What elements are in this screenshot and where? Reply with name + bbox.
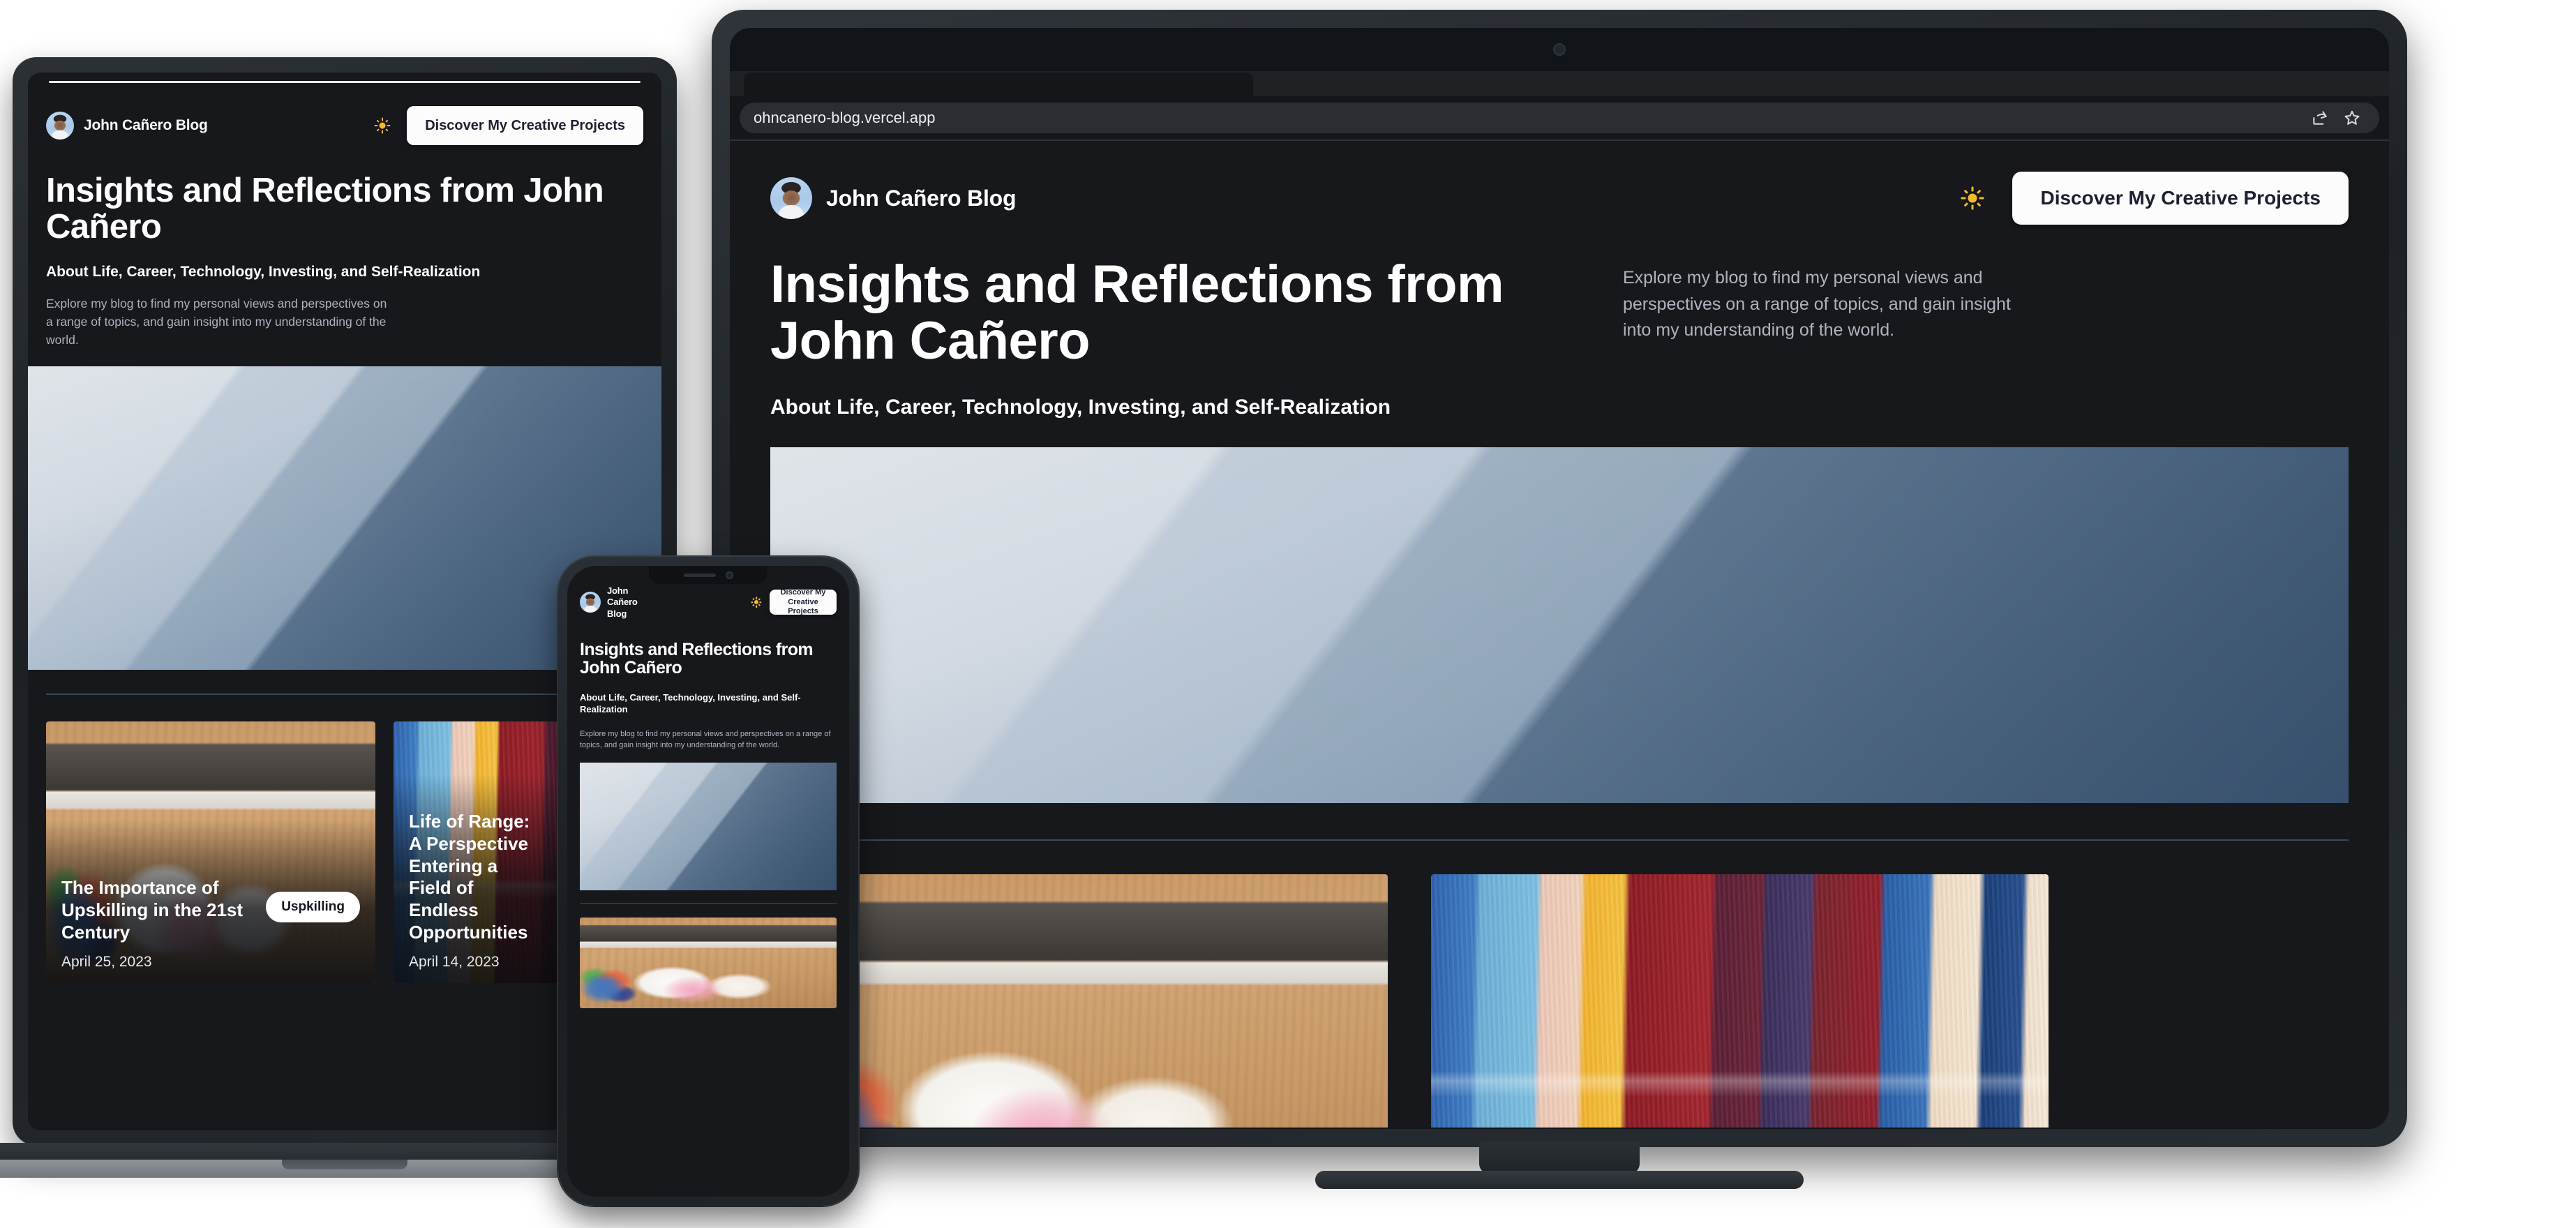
post-card[interactable]: [770, 874, 1388, 1128]
hero-image: [770, 447, 2349, 804]
post-card[interactable]: Uspkilling The Importance of Upskilling …: [46, 721, 375, 983]
camera-icon: [725, 571, 733, 579]
laptop-base-notch: [282, 1160, 407, 1169]
post-image: [770, 874, 1388, 1128]
speaker-icon: [683, 573, 716, 577]
tablet-stand-base: [1315, 1171, 1804, 1189]
header-actions-laptop: Discover My Creative Projects: [373, 106, 643, 145]
post-card[interactable]: [1431, 874, 2049, 1128]
tablet-camera-bar: [730, 28, 2389, 71]
post-card-list-tablet: [770, 874, 2349, 1128]
page-description: Explore my blog to find my personal view…: [580, 729, 831, 750]
post-image: [580, 918, 837, 1009]
page-title: Insights and Reflections from John Cañer…: [770, 255, 1504, 370]
tablet-body: ohncanero-blog.vercel.app John Cañero Bl…: [712, 10, 2407, 1147]
post-overlay: Uspkilling The Importance of Upskilling …: [46, 818, 375, 983]
website-viewport-tablet: John Cañero Blog Discover My Creative Pr…: [730, 141, 2389, 1128]
post-title: The Importance of Upskilling in the 21st…: [61, 877, 244, 943]
avatar: [770, 177, 812, 219]
post-card-list-phone: [580, 918, 837, 1009]
section-divider: [46, 693, 643, 695]
browser-chrome: ohncanero-blog.vercel.app: [730, 71, 2389, 141]
brand-name: John Cañero Blog: [84, 117, 208, 133]
discover-projects-button[interactable]: Discover My Creative Projects: [407, 106, 643, 145]
phone-notch: [649, 566, 767, 584]
page-description: Explore my blog to find my personal view…: [46, 296, 387, 347]
page-title: Insights and Reflections from John Cañer…: [580, 639, 814, 678]
avatar: [580, 592, 601, 613]
screenshot-stage: John Cañero Blog Discover My Creative Pr…: [0, 0, 2576, 1228]
post-card[interactable]: [580, 918, 837, 1009]
tablet-stand-neck: [1479, 1141, 1640, 1174]
post-image: [1431, 874, 2049, 1128]
star-icon[interactable]: [2343, 109, 2361, 127]
page-subtitle: About Life, Career, Technology, Investin…: [770, 396, 1391, 419]
page-subtitle: About Life, Career, Technology, Investin…: [46, 263, 481, 280]
tablet-device: ohncanero-blog.vercel.app John Cañero Bl…: [712, 10, 2407, 1189]
post-date: April 25, 2023: [61, 953, 152, 970]
share-icon[interactable]: [2311, 109, 2329, 127]
brand-tablet[interactable]: John Cañero Blog: [770, 177, 1017, 219]
hero-image: [580, 762, 837, 890]
browser-toolbar: ohncanero-blog.vercel.app: [730, 96, 2389, 140]
discover-projects-button[interactable]: Discover My Creative Projects: [2012, 172, 2349, 225]
section-divider: [770, 839, 2349, 841]
site-header-laptop: John Cañero Blog Discover My Creative Pr…: [28, 73, 661, 145]
brand-laptop[interactable]: John Cañero Blog: [46, 112, 208, 140]
brand-name: John Cañero Blog: [826, 185, 1017, 211]
phone-screen: John Cañero Blog Discover My Creative Pr…: [567, 566, 849, 1197]
camera-icon: [1553, 43, 1566, 56]
browser-tab-active[interactable]: [744, 73, 1253, 96]
address-bar[interactable]: ohncanero-blog.vercel.app: [740, 103, 2379, 133]
brand-name: John Cañero Blog: [607, 585, 638, 619]
header-actions-phone: Discover My Creative Projects: [750, 588, 837, 615]
page-description: Explore my blog to find my personal view…: [1623, 268, 2011, 340]
phone-device: John Cañero Blog Discover My Creative Pr…: [558, 557, 858, 1206]
browser-tabstrip: [730, 71, 2389, 96]
phone-body: John Cañero Blog Discover My Creative Pr…: [558, 557, 858, 1206]
laptop-screen-topline: [49, 81, 641, 83]
page-title: Insights and Reflections from John Cañer…: [46, 172, 604, 246]
address-bar-actions: [2311, 109, 2365, 127]
avatar: [46, 112, 74, 140]
post-title: Life of Range: A Perspective Entering a …: [409, 811, 530, 943]
post-tag-badge[interactable]: Uspkilling: [266, 891, 360, 922]
address-bar-url: ohncanero-blog.vercel.app: [754, 109, 936, 126]
sun-icon[interactable]: [750, 596, 763, 608]
brand-phone[interactable]: John Cañero Blog: [580, 585, 653, 620]
header-actions-tablet: Discover My Creative Projects: [1959, 172, 2349, 225]
page-subtitle: About Life, Career, Technology, Investin…: [580, 691, 801, 715]
hero-top-row: Insights and Reflections from John Cañer…: [730, 255, 2389, 370]
tablet-screen: ohncanero-blog.vercel.app John Cañero Bl…: [730, 28, 2389, 1129]
discover-projects-button[interactable]: Discover My Creative Projects: [770, 588, 837, 615]
section-divider: [580, 902, 837, 904]
sun-icon[interactable]: [1959, 185, 1986, 211]
sun-icon[interactable]: [373, 117, 391, 135]
site-header-tablet: John Cañero Blog Discover My Creative Pr…: [730, 141, 2389, 225]
